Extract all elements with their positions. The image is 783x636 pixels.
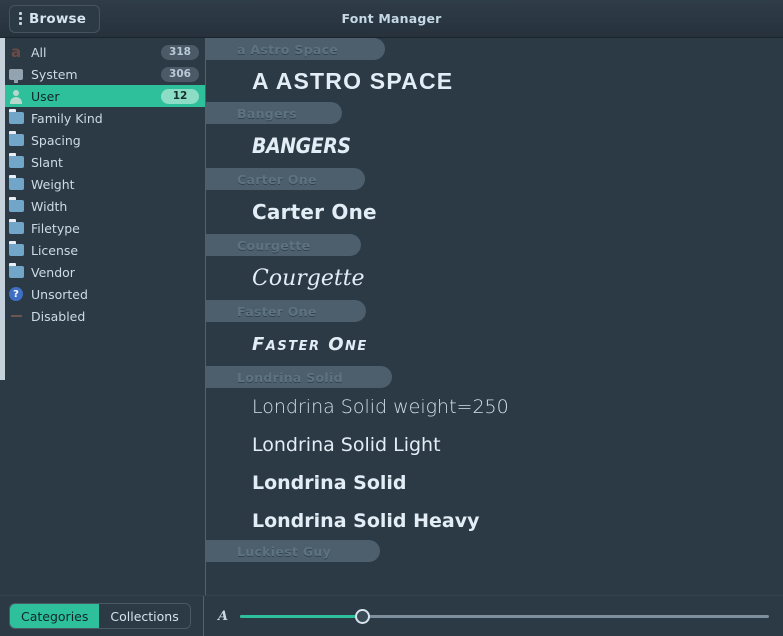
user-icon	[9, 89, 23, 104]
window-title: Font Manager	[341, 11, 442, 26]
sidebar-scrollbar[interactable]	[0, 38, 5, 380]
sidebar-item-license[interactable]: License	[0, 239, 205, 261]
font-sample-row[interactable]: Londrina Solid	[206, 464, 783, 502]
sidebar-item-slant[interactable]: Slant	[0, 151, 205, 173]
font-sample-row[interactable]: BANGERS	[206, 124, 783, 168]
font-group-header[interactable]: Luckiest Guy	[206, 540, 380, 562]
sidebar-item-label: Disabled	[31, 308, 86, 324]
footer-bar: Categories Collections A	[0, 595, 783, 636]
font-group-header[interactable]: a Astro Space	[206, 38, 385, 60]
sidebar-item-label: All	[31, 44, 47, 60]
font-group-header[interactable]: Londrina Solid	[206, 366, 392, 388]
sidebar-item-unsorted[interactable]: ? Unsorted	[0, 283, 205, 305]
font-sample-row[interactable]: Londrina Solid weight=250	[206, 388, 783, 426]
folder-icon	[8, 175, 24, 190]
sidebar-item-label: License	[31, 242, 79, 258]
browse-button[interactable]: Browse	[9, 4, 101, 33]
titlebar: Browse Font Manager	[0, 0, 783, 38]
folder-icon	[8, 131, 24, 146]
font-sample-row[interactable]: A ASTRO SPACE	[206, 60, 783, 102]
question-icon: ?	[9, 287, 23, 301]
sidebar-item-label: Slant	[31, 154, 63, 170]
tab-collections[interactable]: Collections	[99, 604, 190, 628]
font-list[interactable]: a Astro Space A ASTRO SPACE Bangers BANGERS…	[206, 38, 783, 595]
slider-track-fill	[240, 614, 362, 618]
folder-icon	[8, 153, 24, 168]
slider-thumb[interactable]	[354, 608, 370, 624]
dash-icon	[10, 315, 22, 317]
sidebar-item-label: Spacing	[31, 132, 81, 148]
sidebar-item-disabled[interactable]: Disabled	[0, 305, 205, 327]
sidebar-item-label: Unsorted	[31, 286, 88, 302]
sidebar-item-label: Filetype	[31, 220, 80, 236]
sidebar-item-system[interactable]: System 306	[0, 63, 205, 85]
folder-icon	[8, 219, 24, 234]
sidebar-item-label: Family Kind	[31, 110, 103, 126]
sidebar-item-all[interactable]: a All 318	[0, 41, 205, 63]
sidebar-item-user[interactable]: User 12	[0, 85, 205, 107]
font-group-header[interactable]: Faster One	[206, 300, 366, 322]
sidebar-item-filetype[interactable]: Filetype	[0, 217, 205, 239]
font-group-header[interactable]: Bangers	[206, 102, 342, 124]
sidebar-item-label: System	[31, 66, 78, 82]
tab-categories[interactable]: Categories	[10, 604, 100, 628]
font-size-icon: A	[218, 608, 229, 624]
sidebar-item-weight[interactable]: Weight	[0, 173, 205, 195]
font-size-slider[interactable]	[240, 608, 769, 624]
vertical-dots-icon	[19, 12, 22, 25]
browse-button-label: Browse	[29, 10, 87, 27]
category-list: a All 318 System 306 User 12 Family Kind Spacing…	[0, 41, 205, 327]
font-sample-row[interactable]: Faster One	[206, 322, 783, 366]
sidebar-item-count: 318	[161, 44, 199, 60]
letter-a-icon: a	[10, 42, 22, 61]
sidebar-item-vendor[interactable]: Vendor	[0, 261, 205, 283]
font-group-header[interactable]: Carter One	[206, 168, 365, 190]
monitor-icon	[9, 68, 23, 83]
tab-bar: Categories Collections	[9, 603, 191, 629]
tab-bar-container: Categories Collections	[0, 595, 204, 636]
sidebar-item-family-kind[interactable]: Family Kind	[0, 107, 205, 129]
font-sample-row[interactable]: Londrina Solid Light	[206, 426, 783, 464]
sidebar-item-label: Weight	[31, 176, 75, 192]
main-body: a All 318 System 306 User 12 Family Kind Spacing…	[0, 38, 783, 595]
sidebar-item-label: User	[31, 88, 60, 104]
font-sample-row[interactable]: Londrina Solid Heavy	[206, 502, 783, 540]
folder-icon	[8, 109, 24, 124]
sidebar-item-count: 12	[161, 88, 199, 104]
font-group-header[interactable]: Courgette	[206, 234, 361, 256]
font-sample-row[interactable]: Courgette	[206, 256, 783, 300]
preview-size-control: A	[204, 608, 783, 624]
folder-icon	[8, 263, 24, 278]
categories-sidebar: a All 318 System 306 User 12 Family Kind Spacing…	[0, 38, 205, 595]
sidebar-item-width[interactable]: Width	[0, 195, 205, 217]
folder-icon	[8, 241, 24, 256]
sidebar-item-count: 306	[161, 66, 199, 82]
sidebar-item-label: Vendor	[31, 264, 75, 280]
sidebar-item-label: Width	[31, 198, 68, 214]
font-group-list: a Astro Space A ASTRO SPACE Bangers BANGERS…	[206, 38, 783, 562]
sidebar-item-spacing[interactable]: Spacing	[0, 129, 205, 151]
font-manager-window: Browse Font Manager a All 318 System 306 User…	[0, 0, 783, 636]
folder-icon	[8, 197, 24, 212]
font-sample-row[interactable]: Carter One	[206, 190, 783, 234]
